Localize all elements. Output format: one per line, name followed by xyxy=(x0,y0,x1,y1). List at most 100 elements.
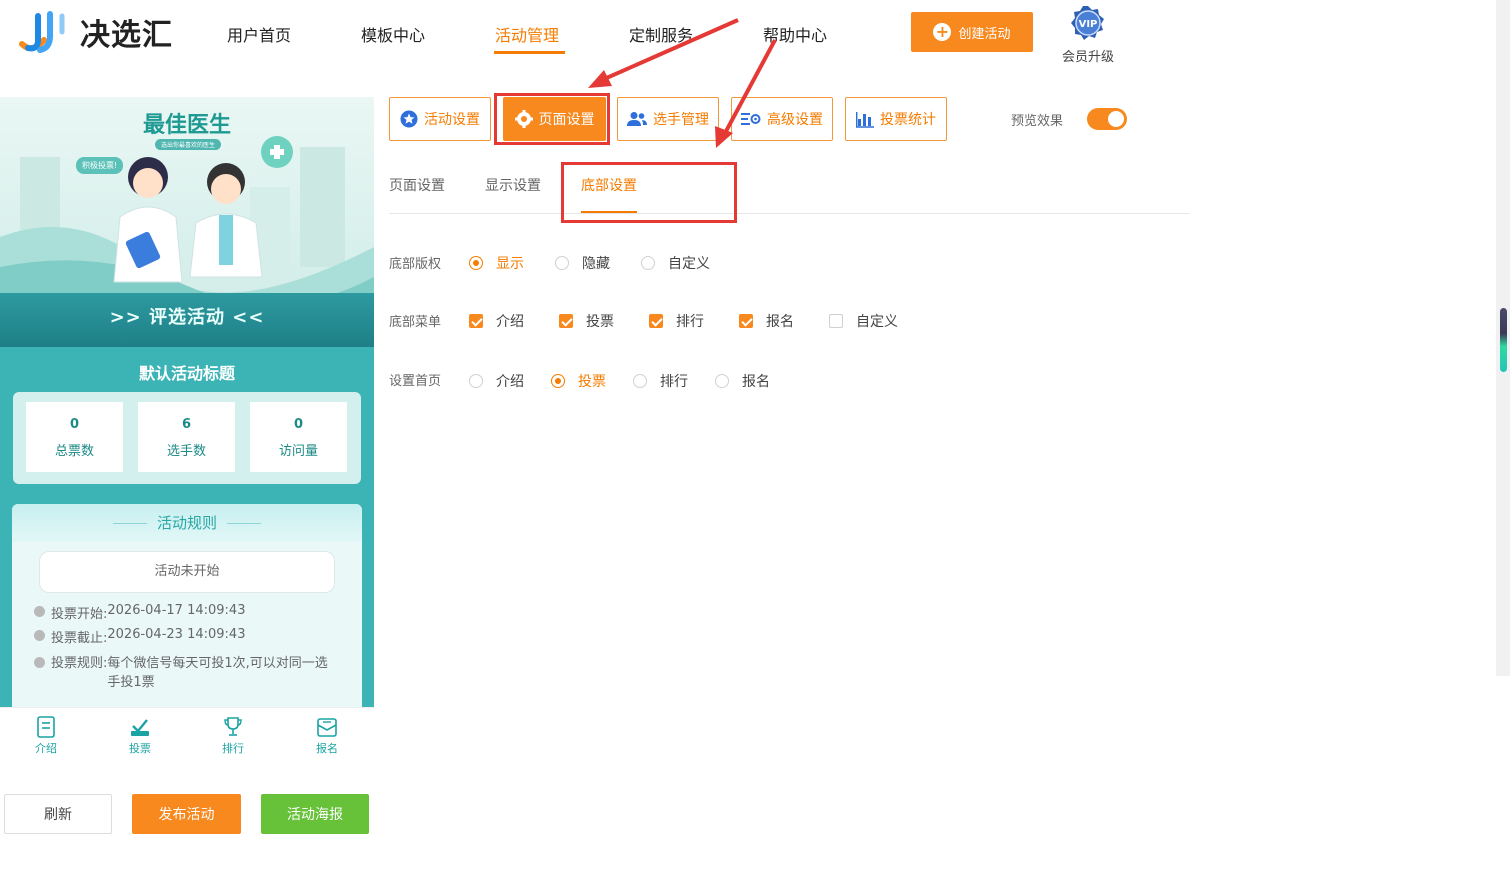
checkbox[interactable] xyxy=(649,314,663,328)
home-page-label: 设置首页 xyxy=(389,374,442,389)
radio-button[interactable] xyxy=(641,256,655,270)
subtab-divider xyxy=(389,213,1189,214)
rule-vote-start: 投票开始: 2026-04-17 14:09:43 xyxy=(34,603,245,622)
tabbar-item-signup[interactable]: 报名 xyxy=(297,716,357,756)
signup-icon xyxy=(317,718,337,737)
logo-mark-icon xyxy=(19,11,65,53)
annotation-arrowhead xyxy=(588,70,612,88)
vip-label: 会员升级 xyxy=(1061,50,1114,65)
option-label: 介绍 xyxy=(496,314,524,330)
tabbar-label: 投票 xyxy=(129,742,151,755)
checkbox[interactable] xyxy=(829,314,843,328)
plus-icon: + xyxy=(933,23,952,41)
home-option-signup[interactable]: 报名 xyxy=(715,371,770,391)
activity-status: 活动未开始 xyxy=(39,551,335,593)
toolbar-label: 投票统计 xyxy=(880,112,936,128)
option-label: 投票 xyxy=(578,374,606,390)
stat-value: 0 xyxy=(69,417,80,432)
toggle-knob xyxy=(1108,111,1124,127)
vip-upgrade[interactable]: VIP 会员升级 xyxy=(1058,5,1118,65)
rules-panel: 活动规则 活动未开始 投票开始: 2026-04-17 14:09:43 投票截… xyxy=(12,504,362,707)
radio-button[interactable] xyxy=(469,256,483,270)
bar-chart-icon xyxy=(856,112,874,128)
tabbar-item-vote[interactable]: 投票 xyxy=(110,716,170,756)
rule-label: 投票开始: xyxy=(51,607,108,622)
tab-activity-settings[interactable]: 活动设置 xyxy=(389,97,491,141)
brand-logo[interactable]: 决选汇 xyxy=(18,10,173,54)
nav-active-underline xyxy=(494,51,565,54)
nav-templates[interactable]: 模板中心 xyxy=(361,22,425,46)
annotation-highlight-page-settings xyxy=(494,93,610,145)
checkbox[interactable] xyxy=(559,314,573,328)
activity-title: 默认活动标题 xyxy=(138,364,235,383)
nav-home[interactable]: 用户首页 xyxy=(227,22,291,46)
copyright-option-hide[interactable]: 隐藏 xyxy=(555,253,610,273)
option-label: 自定义 xyxy=(668,256,710,272)
menu-option-custom[interactable]: 自定义 xyxy=(829,311,898,331)
info-icon xyxy=(34,657,45,668)
clock-icon xyxy=(34,630,45,641)
activity-banner: 最佳医生 选出你最喜欢的医生 积极投票! >> 评选活动 << xyxy=(0,97,374,347)
menu-option-rank[interactable]: 排行 xyxy=(649,311,704,331)
toolbar-label: 活动设置 xyxy=(424,112,480,128)
trophy-icon xyxy=(224,717,242,736)
document-icon xyxy=(37,716,55,738)
subtab-page-settings[interactable]: 页面设置 xyxy=(389,175,445,195)
create-activity-button[interactable]: + 创建活动 xyxy=(911,12,1033,52)
rule-vote-end: 投票截止: 2026-04-23 14:09:43 xyxy=(34,627,245,646)
menu-option-vote[interactable]: 投票 xyxy=(559,311,614,331)
radio-button[interactable] xyxy=(551,374,565,388)
advanced-settings-icon xyxy=(741,113,761,125)
mobile-preview: 最佳医生 选出你最喜欢的医生 积极投票! >> 评选活动 << 默认活动标题 0… xyxy=(0,97,374,707)
tab-vote-statistics[interactable]: 投票统计 xyxy=(845,97,947,141)
preview-effect-toggle[interactable] xyxy=(1087,108,1127,130)
vip-badge-icon: VIP xyxy=(1071,6,1104,40)
menu-option-signup[interactable]: 报名 xyxy=(739,311,794,331)
nav-help-center[interactable]: 帮助中心 xyxy=(763,22,827,46)
banner-strip-text: >> 评选活动 << xyxy=(109,307,265,328)
rule-value: 2026-04-17 14:09:43 xyxy=(107,603,246,618)
stat-label: 访问量 xyxy=(278,444,318,459)
publish-activity-button[interactable]: 发布活动 xyxy=(132,794,241,834)
nav-activity-management[interactable]: 活动管理 xyxy=(495,22,559,46)
scrollbar-thumb[interactable] xyxy=(1500,308,1507,372)
create-activity-label: 创建活动 xyxy=(958,26,1011,42)
home-option-vote[interactable]: 投票 xyxy=(551,371,606,391)
footer-copyright-label: 底部版权 xyxy=(389,257,442,272)
stat-contestants: 6 选手数 xyxy=(138,402,235,472)
checkbox[interactable] xyxy=(739,314,753,328)
option-label: 隐藏 xyxy=(582,256,610,272)
radio-button[interactable] xyxy=(469,374,483,388)
home-option-intro[interactable]: 介绍 xyxy=(469,371,524,391)
nav-custom-service[interactable]: 定制服务 xyxy=(629,22,693,46)
home-option-rank[interactable]: 排行 xyxy=(633,371,688,391)
rule-value: 每个微信号每天可投1次,可以对同一选手投1票 xyxy=(107,656,328,690)
tabbar-label: 排行 xyxy=(222,742,244,755)
preview-tabbar: 介绍 投票 排行 报名 xyxy=(0,707,374,767)
option-label: 投票 xyxy=(586,314,614,330)
rule-value: 2026-04-23 14:09:43 xyxy=(107,627,246,642)
option-label: 显示 xyxy=(496,256,524,272)
menu-option-intro[interactable]: 介绍 xyxy=(469,311,524,331)
copyright-option-show[interactable]: 显示 xyxy=(469,253,524,273)
rule-label: 投票规则: xyxy=(51,656,108,671)
preview-effect-label: 预览效果 xyxy=(1011,114,1064,129)
checkbox[interactable] xyxy=(469,314,483,328)
copyright-option-custom[interactable]: 自定义 xyxy=(641,253,710,273)
activity-poster-button[interactable]: 活动海报 xyxy=(261,794,369,834)
rules-title: 活动规则 xyxy=(156,514,217,532)
radio-button[interactable] xyxy=(633,374,647,388)
stat-value: 6 xyxy=(181,417,192,432)
tabbar-item-rank[interactable]: 排行 xyxy=(203,716,263,756)
radio-button[interactable] xyxy=(555,256,569,270)
toolbar-label: 高级设置 xyxy=(767,112,823,128)
tab-advanced-settings[interactable]: 高级设置 xyxy=(731,97,833,141)
radio-button[interactable] xyxy=(715,374,729,388)
refresh-button[interactable]: 刷新 xyxy=(4,794,112,834)
option-label: 排行 xyxy=(660,374,688,390)
tab-contestant-management[interactable]: 选手管理 xyxy=(617,97,719,141)
tabbar-item-intro[interactable]: 介绍 xyxy=(16,716,76,756)
subtab-display-settings[interactable]: 显示设置 xyxy=(485,175,541,195)
top-header: 决选汇 用户首页 模板中心 活动管理 定制服务 帮助中心 + 创建活动 VIP … xyxy=(0,0,1496,70)
rules-header: 活动规则 xyxy=(12,504,362,542)
